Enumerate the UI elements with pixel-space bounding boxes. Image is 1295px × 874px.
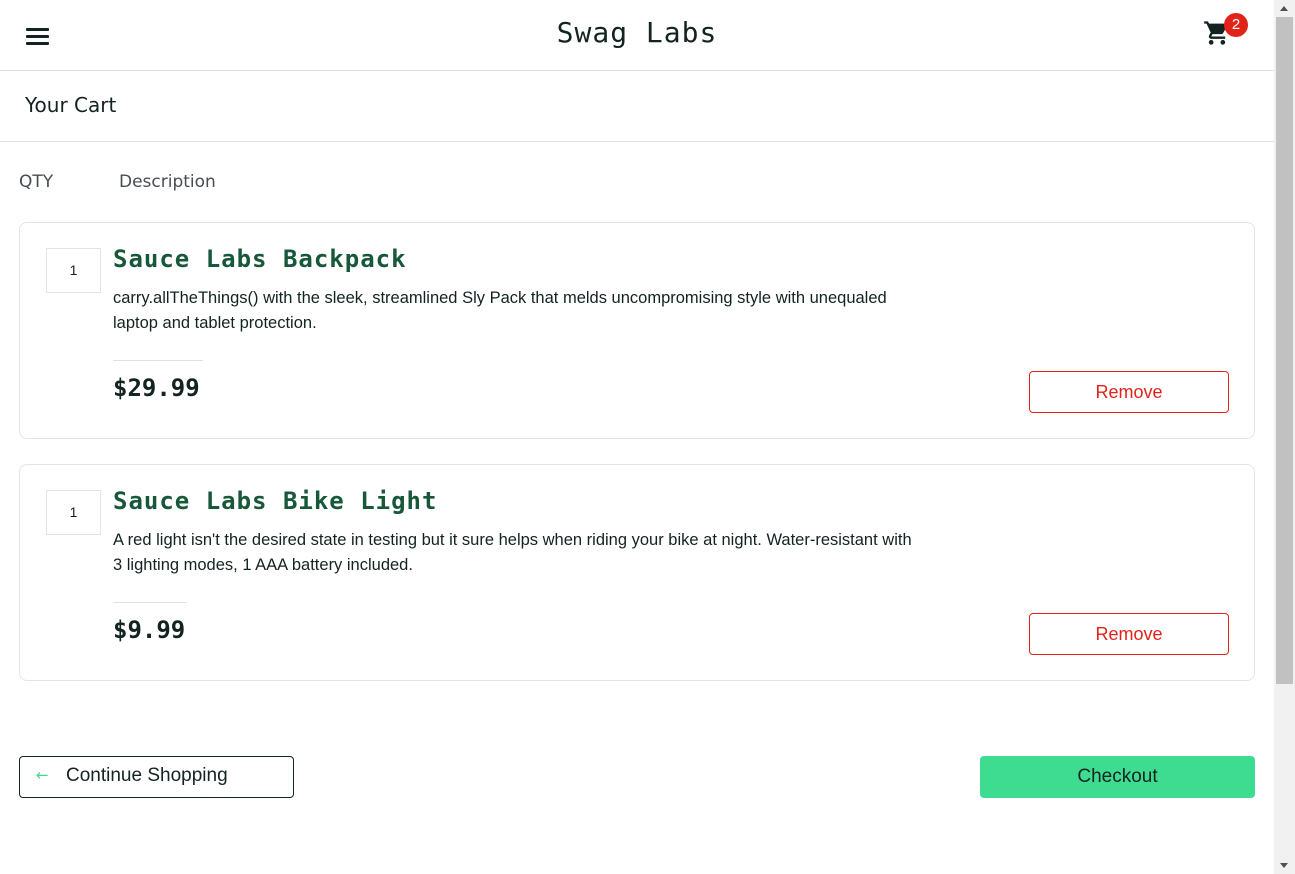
page-title: Your Cart [25, 93, 117, 117]
secondary-header: Your Cart [0, 71, 1274, 142]
cart-page: Swag Labs 2 Your Cart QTY Description 1 … [0, 0, 1274, 874]
remove-button[interactable]: Remove [1029, 613, 1229, 655]
cart-item: 1 Sauce Labs Bike Light A red light isn'… [19, 464, 1255, 681]
checkout-button[interactable]: Checkout [980, 756, 1255, 798]
price-divider [113, 360, 203, 361]
item-price: $29.99 [113, 374, 200, 402]
description-column-label: Description [119, 172, 216, 192]
cart-badge: 2 [1224, 13, 1248, 37]
cart-item: 1 Sauce Labs Backpack carry.allTheThings… [19, 222, 1255, 439]
scroll-down-button[interactable] [1274, 857, 1295, 874]
vertical-scrollbar[interactable] [1274, 0, 1295, 874]
triangle-up-icon [1280, 6, 1288, 11]
arrow-left-icon: ← [36, 766, 49, 784]
qty-column-label: QTY [19, 172, 54, 192]
continue-shopping-button[interactable]: ← Continue Shopping [19, 756, 294, 798]
shopping-cart-link[interactable]: 2 [1203, 13, 1248, 52]
primary-header: Swag Labs 2 [0, 0, 1274, 71]
item-price: $9.99 [113, 616, 186, 644]
item-description: carry.allTheThings() with the sleek, str… [113, 289, 887, 332]
item-quantity: 1 [46, 490, 101, 535]
item-quantity: 1 [46, 248, 101, 293]
item-name-link[interactable]: Sauce Labs Backpack [113, 245, 407, 273]
scrollbar-thumb[interactable] [1276, 17, 1293, 684]
scroll-up-button[interactable] [1274, 0, 1295, 17]
triangle-down-icon [1280, 863, 1288, 868]
app-logo: Swag Labs [556, 16, 718, 49]
price-divider [113, 602, 187, 603]
item-name-link[interactable]: Sauce Labs Bike Light [113, 487, 437, 515]
remove-button[interactable]: Remove [1029, 371, 1229, 413]
item-description: A red light isn't the desired state in t… [113, 531, 912, 574]
continue-shopping-label: Continue Shopping [66, 765, 228, 786]
